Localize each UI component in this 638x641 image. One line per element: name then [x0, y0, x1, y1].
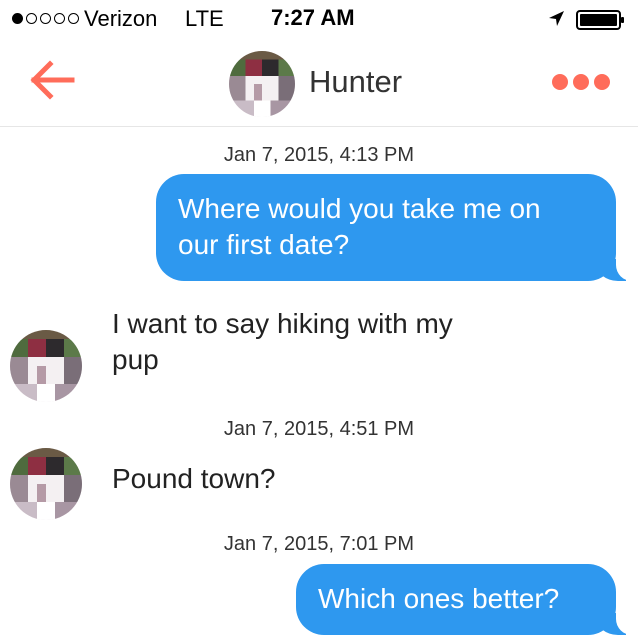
back-arrow-icon[interactable]: [28, 60, 76, 100]
message-line: pup: [112, 344, 159, 375]
status-time: 7:27 AM: [271, 5, 355, 30]
sender-avatar[interactable]: [10, 330, 82, 402]
pixelated-avatar-image: [10, 330, 82, 402]
status-bar: Verizon LTE 7:27 AM: [0, 0, 638, 40]
sender-avatar[interactable]: [10, 448, 82, 520]
signal-dot: [26, 13, 37, 24]
message-timestamp: Jan 7, 2015, 4:51 PM: [223, 418, 415, 440]
signal-dot: [40, 13, 51, 24]
signal-dot: [68, 13, 79, 24]
more-options-icon[interactable]: [548, 70, 614, 94]
incoming-message: I want to say hiking with my pup: [112, 306, 453, 378]
carrier-name: Verizon: [84, 6, 158, 31]
pixelated-avatar-image: [229, 51, 295, 117]
outgoing-message-bubble: Which ones better?: [296, 564, 638, 635]
outgoing-message-bubble: Where would you take me on our first dat…: [156, 174, 638, 281]
network-type: LTE: [185, 6, 224, 31]
battery-icon: [576, 10, 624, 30]
location-arrow-icon: [549, 11, 564, 26]
message-line: Pound town?: [112, 463, 276, 494]
message-line: our first date?: [178, 229, 350, 260]
incoming-message: Pound town?: [112, 461, 275, 497]
pixelated-avatar-image: [10, 448, 82, 520]
message-line: Where would you take me on: [178, 193, 541, 224]
signal-dot: [12, 13, 23, 24]
contact-avatar[interactable]: [229, 51, 295, 117]
message-timestamp: Jan 7, 2015, 4:13 PM: [223, 144, 415, 166]
message-timestamp: Jan 7, 2015, 7:01 PM: [223, 533, 415, 555]
signal-dot: [54, 13, 65, 24]
more-dot: [573, 74, 589, 90]
more-dot: [552, 74, 568, 90]
more-dot: [594, 74, 610, 90]
contact-name[interactable]: Hunter: [309, 64, 402, 100]
message-line: I want to say hiking with my: [112, 308, 453, 339]
chat-header: Hunter: [0, 40, 638, 127]
signal-strength-icon: [12, 13, 79, 24]
message-line: Which ones better?: [318, 583, 560, 614]
